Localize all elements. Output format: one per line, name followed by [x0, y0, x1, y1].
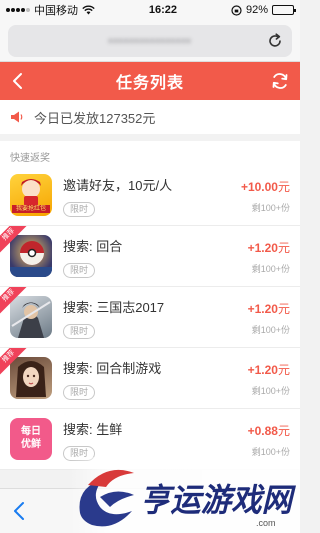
status-bar: 中国移动 16:22 92% [0, 0, 300, 20]
task-body: 搜索: 回合 限时 [52, 234, 230, 278]
task-item-search-turn-based-game[interactable]: 推荐 搜索: 回合制游戏 限时 +1.20元 剩100+份 [0, 348, 300, 409]
reward-unit: 元 [277, 424, 290, 438]
remaining-count: 剩100+份 [251, 325, 290, 335]
task-title: 搜索: 生鲜 [63, 422, 123, 437]
speaker-icon [11, 111, 23, 123]
wifi-icon [82, 5, 95, 15]
watermark-text: 亨运游戏网 [140, 482, 297, 518]
page-header: 任务列表 [0, 62, 300, 100]
battery-icon [271, 5, 296, 15]
fresh-food-icon-line1: 每日 [21, 426, 41, 437]
remaining-count: 剩100+份 [251, 203, 290, 213]
fresh-food-icon-line2: 优鲜 [21, 439, 41, 450]
ball-game-icon [10, 235, 52, 277]
task-title: 邀请好友，10元/人 [63, 178, 173, 193]
limited-time-tag: 限时 [63, 385, 96, 400]
warrior-game-icon [10, 296, 52, 338]
clock: 16:22 [148, 4, 178, 16]
warrior-art [11, 301, 51, 338]
reward-amount: +1.20元 [230, 361, 290, 378]
reward-unit: 元 [277, 241, 290, 255]
watermark-logo-icon: 亨运游戏网 .com [79, 469, 297, 528]
battery-percent: 92% [245, 4, 268, 16]
task-title: 搜索: 回合制游戏 [63, 361, 162, 376]
task-item-search-sanguozhi[interactable]: 推荐 搜索: 三国志2017 限时 +1.20元 剩100+份 [0, 287, 300, 348]
payout-notice: 今日已发放127352元 [0, 100, 300, 134]
address-text: •••••••••••••••• [108, 33, 192, 48]
reward-value: +1.20 [247, 241, 278, 255]
watermark-domain: .com [256, 518, 276, 528]
divider-gap [0, 134, 300, 141]
remaining-count: 剩100+份 [251, 264, 290, 274]
task-item-search-huihe[interactable]: 推荐 搜索: 回合 限时 +1.20元 剩100+份 [0, 226, 300, 287]
task-body: 搜索: 三国志2017 限时 [52, 295, 230, 339]
task-body: 搜索: 生鲜 限时 [52, 417, 230, 461]
browser-toolbar: •••••••••••••••• [0, 20, 300, 62]
address-bar[interactable]: •••••••••••••••• [8, 24, 292, 57]
ball-game-art [10, 241, 52, 277]
task-reward-area: +10.00元 剩100+份 [230, 176, 300, 214]
heroine-art [16, 361, 46, 397]
status-right: 92% [231, 4, 296, 16]
task-reward-area: +1.20元 剩100+份 [230, 359, 300, 397]
fresh-food-app-icon: 每日 优鲜 [10, 418, 52, 460]
status-left: 中国移动 [6, 2, 95, 18]
reward-value: +10.00 [240, 180, 278, 194]
reward-unit: 元 [277, 363, 290, 377]
red-envelope-game-icon: 我要抢红包 [10, 174, 52, 216]
reward-value: +0.88 [247, 424, 278, 438]
task-reward-area: +0.88元 剩100+份 [230, 420, 300, 458]
reload-icon[interactable] [266, 32, 284, 50]
browser-back-icon[interactable] [10, 500, 30, 522]
reward-amount: +1.20元 [230, 239, 290, 256]
limited-time-tag: 限时 [63, 202, 96, 217]
refresh-icon[interactable] [270, 71, 290, 91]
section-label: 快速返奖 [10, 153, 50, 164]
reward-amount: +1.20元 [230, 300, 290, 317]
task-section: 快速返奖 我要抢红包 邀请好友，10元/人 限时 +10.00元 剩100+份 … [0, 141, 300, 470]
reward-unit: 元 [277, 302, 290, 316]
task-reward-area: +1.20元 剩100+份 [230, 298, 300, 336]
reward-value: +1.20 [247, 363, 278, 377]
reward-unit: 元 [277, 180, 290, 194]
site-watermark: 亨运游戏网 .com [70, 457, 300, 533]
red-envelope-icon-text: 我要抢红包 [15, 206, 46, 212]
page-title: 任务列表 [115, 75, 184, 92]
reward-amount: +0.88元 [230, 422, 290, 439]
task-item-invite-friends[interactable]: 我要抢红包 邀请好友，10元/人 限时 +10.00元 剩100+份 [0, 165, 300, 226]
reward-amount: +10.00元 [230, 178, 290, 195]
carrier-name: 中国移动 [34, 5, 78, 17]
remaining-count: 剩100+份 [251, 386, 290, 396]
limited-time-tag: 限时 [63, 263, 96, 278]
heroine-game-icon [10, 357, 52, 399]
task-body: 搜索: 回合制游戏 限时 [52, 356, 230, 400]
signal-strength-icon [6, 8, 30, 12]
limited-time-tag: 限时 [63, 324, 96, 339]
task-title: 搜索: 回合 [63, 239, 123, 254]
task-body: 邀请好友，10元/人 限时 [52, 173, 230, 217]
task-title: 搜索: 三国志2017 [63, 300, 165, 315]
back-arrow-icon[interactable] [8, 71, 28, 91]
payout-notice-text: 今日已发放127352元 [34, 110, 156, 126]
task-reward-area: +1.20元 剩100+份 [230, 237, 300, 275]
orientation-lock-icon [231, 4, 242, 16]
reward-value: +1.20 [247, 302, 278, 316]
